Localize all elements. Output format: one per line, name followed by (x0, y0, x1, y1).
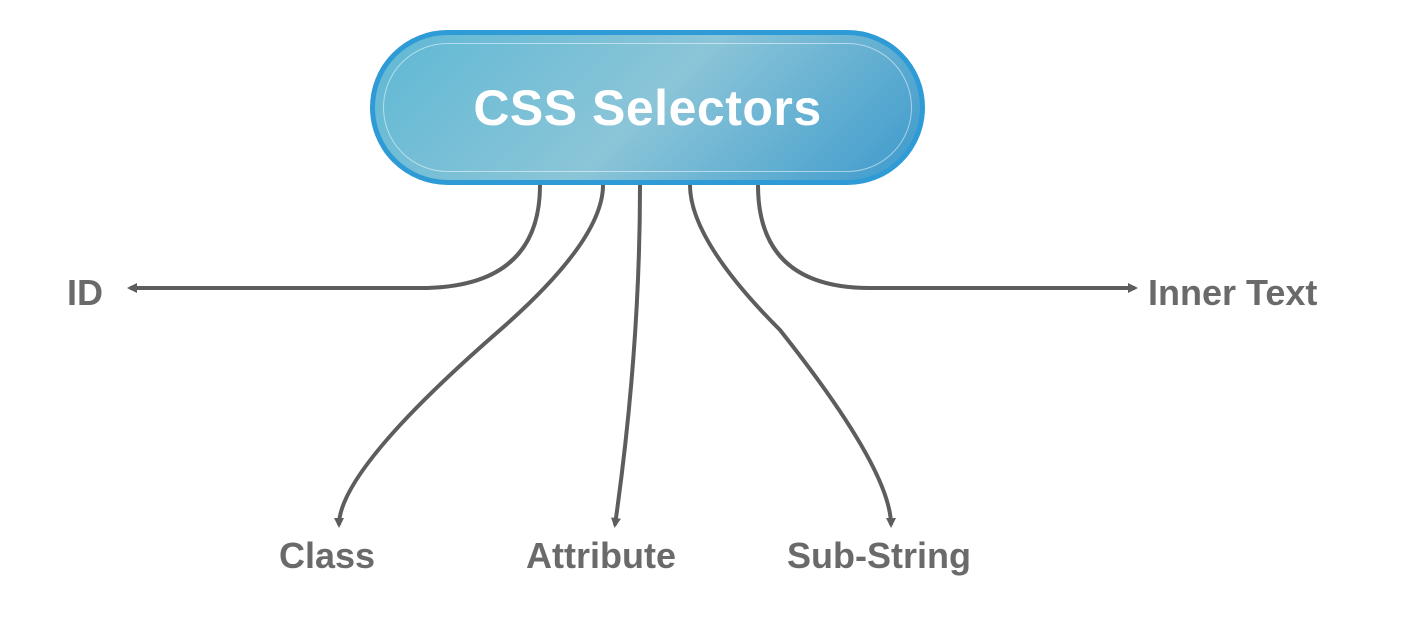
branch-id: ID (67, 272, 103, 314)
arrow-substring (690, 185, 891, 525)
branch-attribute: Attribute (526, 535, 676, 577)
arrow-class (339, 185, 603, 525)
branch-innertext: Inner Text (1148, 272, 1317, 314)
branch-substring: Sub-String (787, 535, 971, 577)
arrow-innertext (758, 185, 1135, 288)
root-title: CSS Selectors (473, 79, 821, 137)
arrow-id (130, 185, 540, 288)
css-selectors-diagram: CSS Selectors ID Class Attribute Sub-Str… (0, 0, 1416, 636)
arrow-attribute (615, 185, 640, 525)
branch-class: Class (279, 535, 375, 577)
root-node: CSS Selectors (370, 30, 925, 185)
